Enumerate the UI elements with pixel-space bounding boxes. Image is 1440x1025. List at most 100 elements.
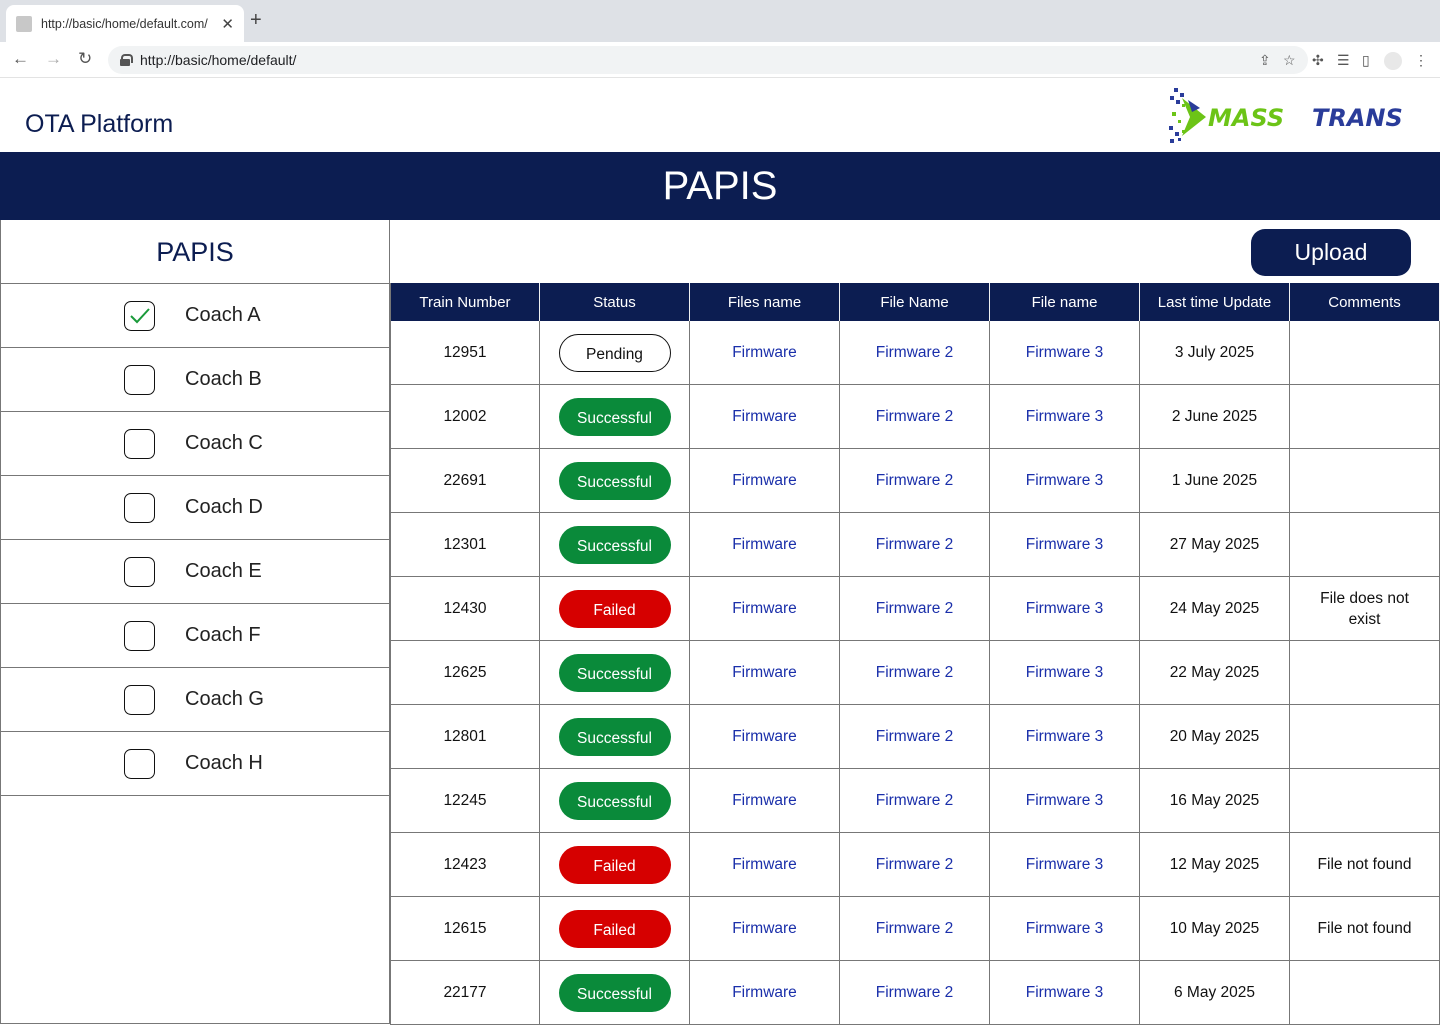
coach-label: Coach H: [185, 752, 263, 774]
coach-checkbox[interactable]: [124, 749, 155, 779]
file-link[interactable]: Firmware 3: [1026, 920, 1104, 938]
coach-item[interactable]: Coach E: [1, 540, 389, 604]
address-url[interactable]: http://basic/home/default/: [140, 52, 296, 68]
file-link[interactable]: Firmware: [732, 792, 797, 810]
file-link[interactable]: Firmware 2: [876, 344, 954, 362]
file-link[interactable]: Firmware 3: [1026, 408, 1104, 426]
column-header[interactable]: File name: [990, 283, 1140, 321]
menu-icon[interactable]: ⋮: [1414, 51, 1428, 69]
table-row: 12615 Failed Firmware Firmware 2 Firmware 3 1…: [390, 897, 1440, 961]
side-panel-icon[interactable]: ▯: [1362, 51, 1370, 69]
table-row: 12801 Successful Firmware Firmware 2 Firmwar…: [390, 705, 1440, 769]
coach-checkbox[interactable]: [124, 685, 155, 715]
back-arrow-icon[interactable]: ←: [12, 48, 29, 70]
new-tab-icon[interactable]: +: [250, 9, 262, 31]
comment: File not found: [1317, 856, 1412, 873]
star-icon[interactable]: ☆: [1283, 51, 1296, 69]
file-link[interactable]: Firmware: [732, 344, 797, 362]
sidebar-title: PAPIS: [1, 220, 389, 284]
column-header[interactable]: Status: [540, 283, 690, 321]
file-link[interactable]: Firmware 3: [1026, 984, 1104, 1002]
column-header[interactable]: Comments: [1290, 283, 1440, 321]
file-link[interactable]: Firmware: [732, 472, 797, 490]
status-badge-cell: Successful: [540, 705, 690, 768]
file-link[interactable]: Firmware 3: [1026, 664, 1104, 682]
table-body: 12951 Pending Firmware Firmware 2 Firmware 3…: [390, 321, 1440, 1025]
file-link[interactable]: Firmware 3: [1026, 472, 1104, 490]
address-bar[interactable]: http://basic/home/default/: [108, 46, 1308, 74]
column-header[interactable]: File Name: [840, 283, 990, 321]
last-update: 20 May 2025: [1169, 727, 1260, 745]
share-icon[interactable]: ⇪: [1259, 51, 1271, 69]
file-link[interactable]: Firmware 2: [876, 472, 954, 490]
train-number: 12951: [443, 343, 487, 361]
last-update-cell: 6 May 2025: [1140, 961, 1290, 1024]
file-link[interactable]: Firmware 2: [876, 536, 954, 554]
file-link[interactable]: Firmware: [732, 536, 797, 554]
coach-item[interactable]: Coach H: [1, 732, 389, 796]
extensions-icon[interactable]: ✣: [1312, 51, 1324, 69]
browser-tab[interactable]: http://basic/home/default.com/ ✕: [6, 5, 244, 42]
page-banner: PAPIS: [0, 152, 1440, 220]
file-link-cell: Firmware 2: [840, 897, 990, 960]
file-link[interactable]: Firmware: [732, 856, 797, 874]
file-link[interactable]: Firmware 3: [1026, 536, 1104, 554]
file-link-cell: Firmware 3: [990, 449, 1140, 512]
file-link[interactable]: Firmware: [732, 408, 797, 426]
coach-checkbox[interactable]: [124, 301, 155, 331]
file-link[interactable]: Firmware 3: [1026, 600, 1104, 618]
browser-toolbar: ← → ↻ http://basic/home/default/ ⇪ ☆ ✣ ☰…: [0, 42, 1440, 78]
file-link[interactable]: Firmware 2: [876, 984, 954, 1002]
coach-list: Coach A Coach B Coach C Coach D Coach E Coach…: [1, 284, 389, 796]
logo-text-trans: TRANS: [1312, 104, 1403, 132]
upload-button[interactable]: Upload: [1251, 229, 1411, 276]
train-number-cell: 22691: [390, 449, 540, 512]
file-link[interactable]: Firmware: [732, 984, 797, 1002]
file-link[interactable]: Firmware 3: [1026, 344, 1104, 362]
coach-item[interactable]: Coach B: [1, 348, 389, 412]
reading-list-icon[interactable]: ☰: [1337, 51, 1350, 69]
file-link[interactable]: Firmware 3: [1026, 856, 1104, 874]
close-tab-icon[interactable]: ✕: [221, 15, 234, 33]
reload-icon[interactable]: ↻: [78, 48, 92, 70]
table-row: 12002 Successful Firmware Firmware 2 Firmwar…: [390, 385, 1440, 449]
train-number-cell: 12301: [390, 513, 540, 576]
file-link[interactable]: Firmware: [732, 728, 797, 746]
file-link[interactable]: Firmware: [732, 600, 797, 618]
file-link-cell: Firmware 2: [840, 385, 990, 448]
coach-checkbox[interactable]: [124, 493, 155, 523]
coach-checkbox[interactable]: [124, 429, 155, 459]
column-header[interactable]: Train Number: [390, 283, 540, 321]
file-link[interactable]: Firmware 2: [876, 856, 954, 874]
last-update-cell: 16 May 2025: [1140, 769, 1290, 832]
coach-checkbox[interactable]: [124, 557, 155, 587]
file-link[interactable]: Firmware: [732, 920, 797, 938]
coach-checkbox[interactable]: [124, 621, 155, 651]
file-link[interactable]: Firmware 2: [876, 728, 954, 746]
column-header[interactable]: Files name: [690, 283, 840, 321]
coach-item[interactable]: Coach G: [1, 668, 389, 732]
coach-item[interactable]: Coach D: [1, 476, 389, 540]
status-badge-cell: Successful: [540, 641, 690, 704]
train-number-cell: 12801: [390, 705, 540, 768]
column-header[interactable]: Last time Update: [1140, 283, 1290, 321]
file-link-cell: Firmware: [690, 897, 840, 960]
file-link[interactable]: Firmware 2: [876, 792, 954, 810]
file-link[interactable]: Firmware 2: [876, 408, 954, 426]
coach-item[interactable]: Coach A: [1, 284, 389, 348]
coach-item[interactable]: Coach F: [1, 604, 389, 668]
coach-checkbox[interactable]: [124, 365, 155, 395]
file-link[interactable]: Firmware 3: [1026, 728, 1104, 746]
train-number: 12245: [443, 791, 487, 809]
profile-avatar[interactable]: [1384, 52, 1402, 70]
file-link[interactable]: Firmware 2: [876, 600, 954, 618]
file-link[interactable]: Firmware 2: [876, 664, 954, 682]
file-link[interactable]: Firmware 3: [1026, 792, 1104, 810]
last-update: 10 May 2025: [1169, 919, 1260, 937]
comment-cell: [1290, 385, 1440, 448]
file-link[interactable]: Firmware 2: [876, 920, 954, 938]
coach-item[interactable]: Coach C: [1, 412, 389, 476]
file-link[interactable]: Firmware: [732, 664, 797, 682]
file-link-cell: Firmware 3: [990, 577, 1140, 640]
forward-arrow-icon[interactable]: →: [45, 48, 62, 70]
